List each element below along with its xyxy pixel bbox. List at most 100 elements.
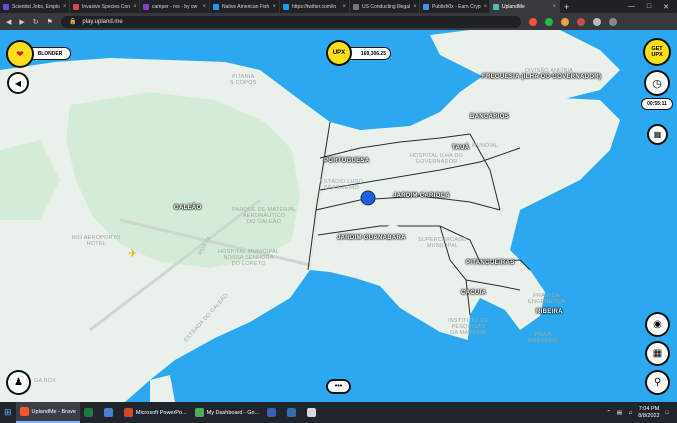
taskbar-item[interactable] (80, 402, 100, 423)
notifications-icon[interactable]: □ (666, 410, 669, 416)
neighborhood-label[interactable]: TAUÁ (452, 145, 469, 151)
system-tray: ⌃ ▤ ♫ 7:04 PM 8/8/2022 □ (606, 406, 677, 420)
map-canvas[interactable]: ✈ PITANIA S COPOS DIVISÃO ANFÍBIA NAVAIS… (0, 30, 677, 402)
tab-close-icon[interactable]: × (272, 4, 276, 10)
maximize-icon[interactable]: □ (647, 3, 651, 11)
extension-icon[interactable] (576, 17, 585, 26)
place-label: PRAIA DA ENGENHOCA (528, 293, 566, 305)
new-tab-button[interactable]: + (564, 2, 569, 12)
more-options-button[interactable]: ••• (328, 381, 349, 392)
reload-icon[interactable]: ↻ (33, 18, 39, 26)
neighborhood-label[interactable]: GALEÃO (174, 205, 201, 211)
tab-title: camper - rvs - by ow (152, 3, 198, 10)
clock[interactable]: 7:04 PM 8/8/2022 (638, 406, 659, 420)
taskbar-item[interactable]: UplandMe - Brave (15, 402, 80, 423)
browser-tab[interactable]: Scientist Jobs, Emplo × (0, 0, 70, 13)
browser-tab[interactable]: https://twitter.com/in × (280, 0, 350, 13)
neighborhood-label[interactable]: PITANGUEIRAS (466, 260, 515, 266)
tab-title: Publish0x - Earn Cryp (432, 3, 481, 10)
tab-title: Native American Fish (222, 3, 270, 10)
network-icon[interactable]: ▤ (617, 410, 622, 416)
tab-close-icon[interactable]: × (63, 4, 67, 10)
taskbar-item[interactable]: My Dashboard - Go... (191, 402, 264, 423)
extension-icon[interactable] (544, 17, 553, 26)
taskbar-item[interactable] (100, 402, 120, 423)
url-text: play.upland.me (82, 18, 123, 25)
building-icon[interactable]: ▦ (647, 343, 668, 364)
tab-close-icon[interactable]: × (484, 4, 488, 10)
neighborhood-label[interactable]: BANCÁRIOS (470, 114, 509, 120)
clock-icon[interactable]: ◷ (646, 72, 668, 94)
upx-coin-icon[interactable]: UPX (328, 42, 350, 64)
tab-title: US Conducting Illegal (362, 3, 411, 10)
tab-favicon-icon (3, 3, 9, 10)
browser-tab[interactable]: Invasive Species Con × (70, 0, 140, 13)
place-label: PARQUE DE MATERIAL AERONÁUTICO DO GALEÃO (232, 207, 297, 225)
tab-close-icon[interactable]: × (133, 4, 137, 10)
place-label: RIO AEROPORTO HOTEL (72, 235, 121, 247)
browser-tab[interactable]: camper - rvs - by ow × (140, 0, 210, 13)
neighborhood-label[interactable]: RIBEIRA (536, 309, 563, 315)
forward-icon[interactable]: ▶ (19, 18, 24, 26)
neighborhood-label[interactable]: JARDIM GUANABARA (337, 235, 406, 241)
tab-favicon-icon (213, 3, 219, 10)
url-field[interactable]: 🔒 play.upland.me (60, 15, 521, 28)
place-label: MUNDIAL (472, 143, 499, 149)
place-label: HOSPITAL ILHA DO GOVERNADOR (410, 153, 464, 165)
tab-title: Invasive Species Con (82, 3, 131, 10)
search-icon[interactable]: ⚲ (647, 372, 668, 393)
tab-close-icon[interactable]: × (413, 4, 417, 10)
back-icon[interactable]: ◀ (6, 18, 11, 26)
neighborhood-label[interactable]: CACUIA (461, 290, 486, 296)
browser-tab[interactable]: UplandMe × (490, 0, 560, 13)
clock-time: 7:04 PM (638, 405, 660, 412)
get-upx-button[interactable]: GET UPX (645, 40, 669, 64)
start-icon[interactable]: ⊞ (0, 402, 16, 423)
place-label: HOSPITAL MUNICIPAL NOSSA SENHORA DO LORE… (218, 249, 280, 267)
tab-close-icon[interactable]: × (342, 4, 346, 10)
menu-icon[interactable] (608, 17, 617, 26)
calendar-icon[interactable]: ▦ (649, 126, 666, 143)
lock-icon: 🔒 (68, 19, 77, 25)
tray-chevron-icon[interactable]: ⌃ (606, 410, 611, 416)
taskbar-item[interactable] (303, 402, 323, 423)
islet (385, 225, 401, 235)
place-label: SUPERCERCADO MUNICIPAL (418, 237, 467, 249)
land-south (150, 375, 175, 402)
volume-icon[interactable]: ♫ (628, 410, 632, 416)
taskbar-item[interactable]: Microsoft PowerPo... (120, 402, 191, 423)
place-label: PITANIA S COPOS (230, 74, 257, 86)
profile-icon[interactable]: ♟ (8, 372, 29, 393)
tab-favicon-icon (353, 3, 359, 10)
back-arrow-icon[interactable]: ◀ (9, 74, 27, 92)
islet (456, 256, 464, 262)
land-ilha (310, 74, 620, 340)
brave-shield-icon[interactable] (528, 17, 537, 26)
browser-tab[interactable]: Native American Fish × (210, 0, 280, 13)
extension-icon[interactable] (560, 17, 569, 26)
browser-tab[interactable]: Publish0x - Earn Cryp × (420, 0, 490, 13)
location-pin-icon[interactable]: ◉ (647, 314, 668, 335)
close-icon[interactable]: ✕ (663, 3, 669, 11)
neighborhood-label[interactable]: JARDIM CARIOCA (393, 193, 450, 199)
browser-tab[interactable]: US Conducting Illegal × (350, 0, 420, 13)
tab-favicon-icon (73, 3, 79, 10)
player-location-marker[interactable] (360, 190, 376, 206)
minimize-icon[interactable]: — (628, 3, 635, 11)
bookmark-icon[interactable]: ⚑ (47, 18, 53, 26)
taskbar-item[interactable] (263, 402, 283, 423)
address-bar: ◀ ▶ ↻ ⚑ 🔒 play.upland.me (0, 13, 677, 30)
upx-balance: 169,306.25 (345, 48, 390, 59)
puzzle-icon[interactable] (592, 17, 601, 26)
session-timer: 00:55:11 (642, 99, 672, 109)
tab-close-icon[interactable]: × (552, 4, 556, 10)
taskbar-item[interactable] (283, 402, 303, 423)
neighborhood-label[interactable]: PORTUGUESA (324, 158, 369, 164)
neighborhood-label[interactable]: FREGUESIA (ILHA DO GOVERNADOR) (482, 74, 601, 80)
player-avatar[interactable]: ❤ (8, 42, 32, 66)
browser-tab-strip: Scientist Jobs, Emplo × Invasive Species C… (0, 0, 677, 13)
tab-close-icon[interactable]: × (202, 4, 206, 10)
airport-plane-icon: ✈ (128, 248, 137, 260)
clock-date: 8/8/2022 (638, 412, 660, 419)
tab-favicon-icon (143, 3, 149, 10)
